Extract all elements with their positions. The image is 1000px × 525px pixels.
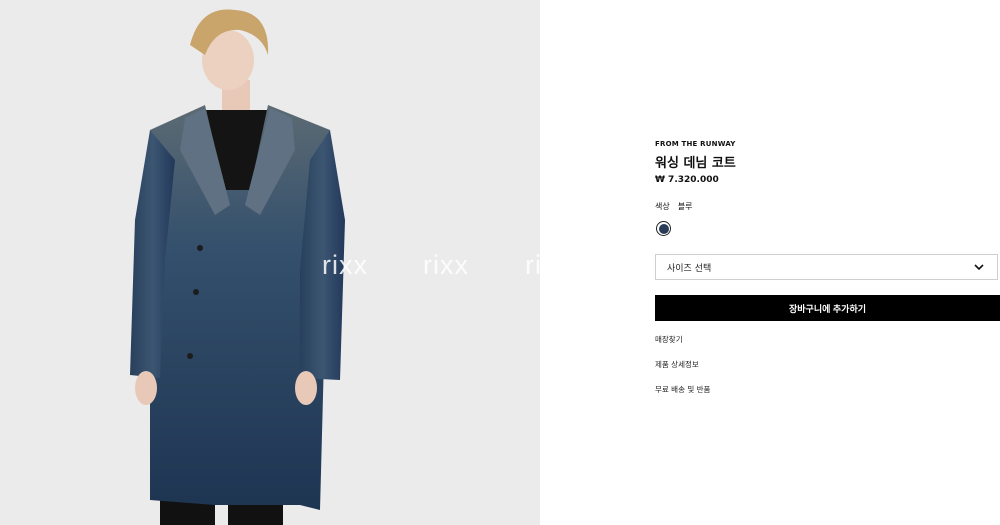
- product-details-link[interactable]: 제품 상세정보: [655, 359, 699, 370]
- product-image[interactable]: rixx rixx rixx: [0, 0, 540, 525]
- product-title: 워싱 데님 코트: [655, 156, 736, 171]
- chevron-down-icon: [974, 264, 984, 271]
- watermark-text: rixx: [322, 250, 368, 280]
- color-swatch-blue[interactable]: [656, 221, 671, 236]
- collection-label: FROM THE RUNWAY: [655, 140, 736, 148]
- swatch-fill: [658, 223, 669, 234]
- store-locator-link[interactable]: 매장찾기: [655, 334, 683, 345]
- watermark-text: rixx: [525, 250, 540, 280]
- watermark-text: rixx: [423, 250, 469, 280]
- color-label: 색상: [655, 202, 670, 211]
- product-price: ₩ 7.320.000: [655, 175, 719, 185]
- color-value: 블루: [677, 202, 693, 211]
- size-select[interactable]: 사이즈 선택: [655, 254, 998, 280]
- shipping-returns-link[interactable]: 무료 배송 및 반품: [655, 384, 710, 395]
- product-details: FROM THE RUNWAY 워싱 데님 코트 ₩ 7.320.000 색상 …: [655, 0, 1000, 525]
- add-to-cart-button[interactable]: 장바구니에 추가하기: [655, 295, 1000, 321]
- color-info: 색상 블루: [655, 201, 692, 212]
- size-select-value: 사이즈 선택: [667, 263, 712, 274]
